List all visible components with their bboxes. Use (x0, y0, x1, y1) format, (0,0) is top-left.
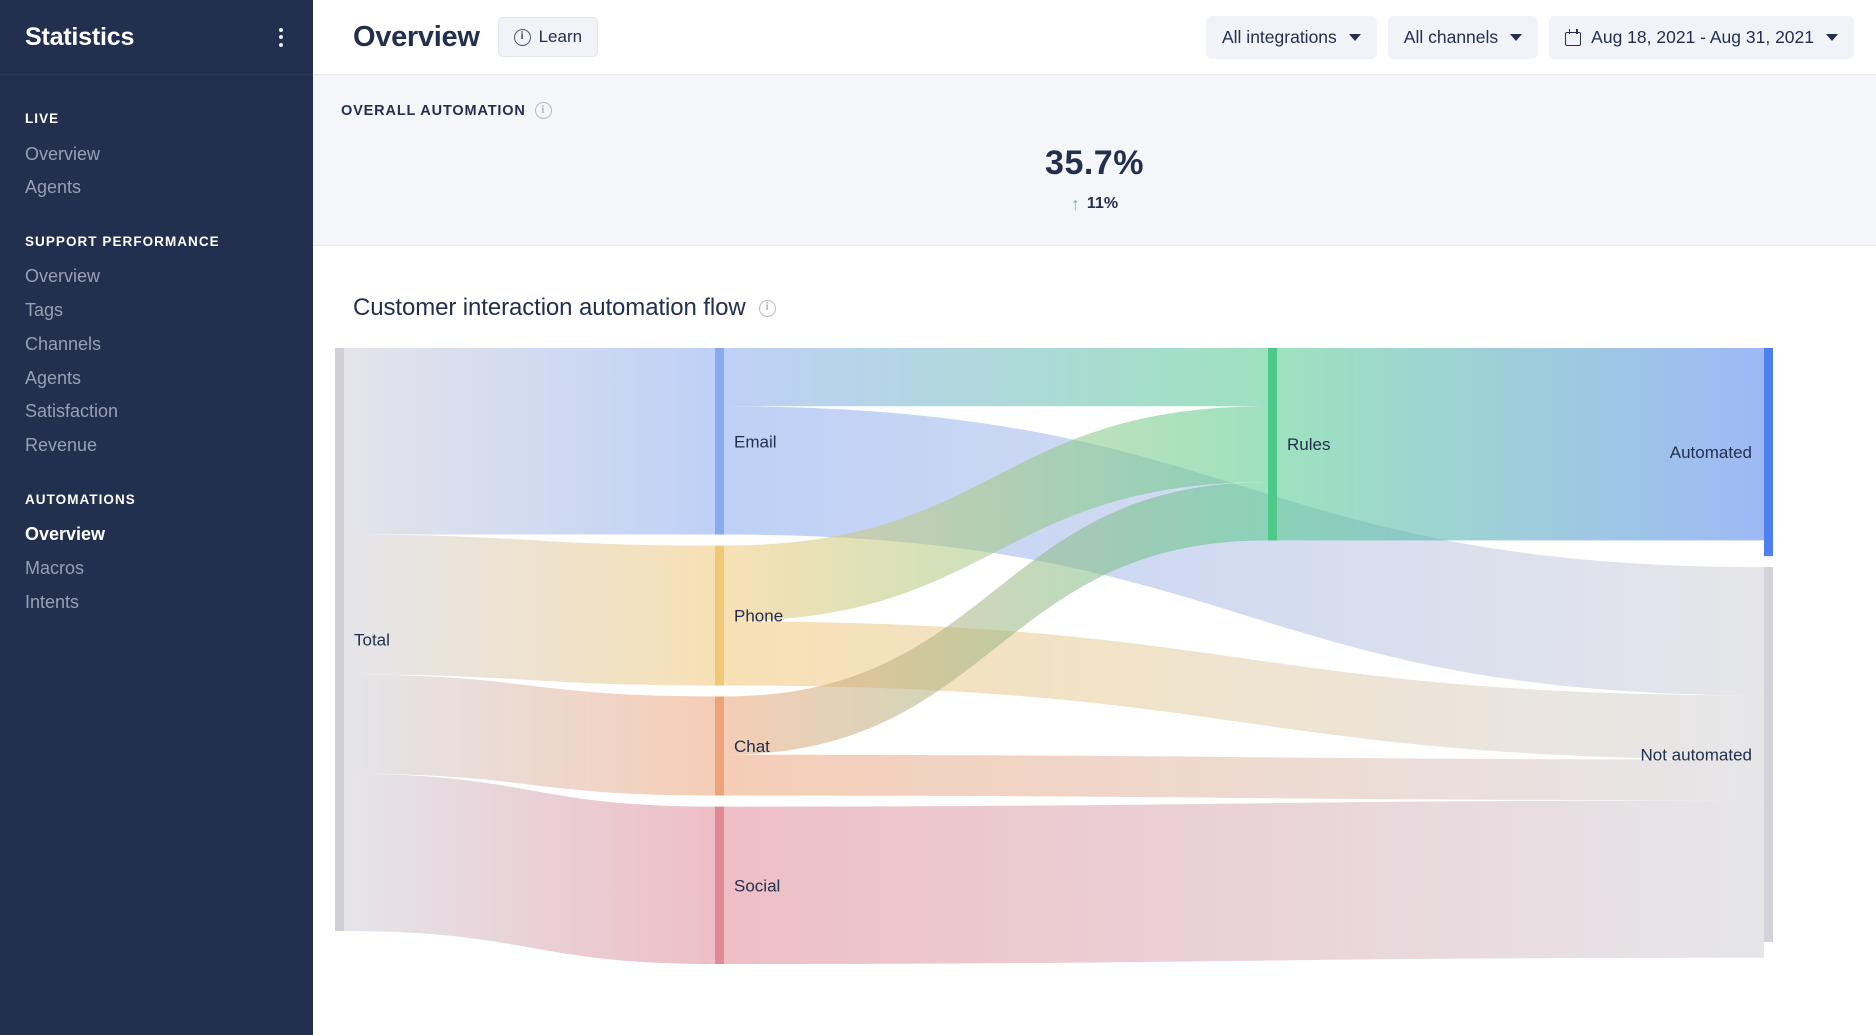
sidebar-nav: LIVE Overview Agents SUPPORT PERFORMANCE… (0, 75, 313, 619)
chart-title: Customer interaction automation flow (353, 294, 746, 321)
sidebar-item-live-overview[interactable]: Overview (0, 137, 313, 171)
sidebar-item-revenue[interactable]: Revenue (0, 429, 313, 463)
automation-flow-card: Customer interaction automation flow i T… (313, 246, 1876, 976)
chart-title-row: Customer interaction automation flow i (313, 294, 1876, 322)
sidebar: Statistics LIVE Overview Agents SUPPORT … (0, 0, 313, 1035)
kebab-dot (279, 27, 283, 32)
sidebar-item-channels[interactable]: Channels (0, 327, 313, 361)
sankey-node-notautomated[interactable] (1764, 567, 1773, 942)
arrow-up-icon: ↑ (1070, 194, 1080, 214)
sidebar-item-support-overview[interactable]: Overview (0, 260, 313, 294)
kpi-value: 35.7% (1045, 144, 1144, 182)
kebab-dot (279, 35, 283, 39)
sankey-node-label: Phone (734, 607, 783, 626)
sankey-svg: Total Email Phone Chat Social Rules Automated N… (335, 348, 1773, 964)
sankey-node-label: Chat (734, 737, 770, 756)
top-bar: Overview i Learn All integrations All ch… (313, 0, 1876, 75)
sidebar-item-live-agents[interactable]: Agents (0, 171, 313, 205)
sankey-node-automated[interactable] (1764, 348, 1773, 557)
sankey-node-social[interactable] (715, 806, 724, 964)
info-icon[interactable]: i (758, 299, 776, 317)
sankey-node-label: Email (734, 432, 777, 451)
sidebar-item-intents[interactable]: Intents (0, 585, 313, 619)
kebab-menu-icon[interactable] (275, 24, 287, 51)
nav-group-title: SUPPORT PERFORMANCE (25, 233, 220, 249)
channels-filter-dropdown[interactable]: All channels (1387, 15, 1539, 59)
nav-group-live: LIVE Overview Agents (0, 111, 313, 205)
integrations-filter-label: All integrations (1222, 26, 1337, 47)
sankey-node-email[interactable] (715, 348, 724, 535)
chevron-down-icon (1826, 33, 1838, 41)
sankey-node-label: Rules (1287, 435, 1330, 454)
overall-automation-kpi: OVERALL AUTOMATION i 35.7% ↑ 11% (313, 75, 1876, 246)
sankey-link[interactable] (344, 348, 715, 535)
sankey-node-label: Not automated (1640, 746, 1752, 765)
sidebar-item-macros[interactable]: Macros (0, 551, 313, 585)
sankey-chart: Total Email Phone Chat Social Rules Automated N… (313, 346, 1876, 976)
sankey-link[interactable] (724, 348, 1268, 407)
sankey-node-label: Automated (1670, 443, 1752, 462)
sankey-node-chat[interactable] (715, 696, 724, 796)
page-title: Overview (353, 20, 480, 53)
sankey-node-phone[interactable] (715, 545, 724, 686)
kpi-label-row: OVERALL AUTOMATION i (313, 102, 1876, 119)
sidebar-title: Statistics (25, 22, 135, 51)
nav-group-automations: AUTOMATIONS Overview Macros Intents (0, 492, 313, 619)
kpi-value-wrap: 35.7% ↑ 11% (313, 144, 1876, 215)
nav-group-support-performance: SUPPORT PERFORMANCE Overview Tags Channe… (0, 234, 313, 463)
main-content: Overview i Learn All integrations All ch… (313, 0, 1876, 1035)
kpi-delta: ↑ 11% (1071, 195, 1118, 213)
sankey-link[interactable] (344, 534, 715, 686)
sidebar-header: Statistics (0, 0, 313, 75)
nav-group-title: LIVE (25, 111, 60, 126)
sankey-link[interactable] (344, 773, 715, 964)
channels-filter-label: All channels (1403, 26, 1499, 47)
sidebar-item-support-agents[interactable]: Agents (0, 361, 313, 395)
info-icon: i (513, 28, 531, 46)
sidebar-item-automations-overview[interactable]: Overview (0, 518, 313, 552)
sankey-node-rules[interactable] (1268, 348, 1277, 541)
sankey-node-label: Social (734, 876, 780, 895)
date-range-label: Aug 18, 2021 - Aug 31, 2021 (1591, 26, 1814, 47)
learn-button-label: Learn (538, 27, 583, 46)
date-range-picker[interactable]: Aug 18, 2021 - Aug 31, 2021 (1549, 15, 1854, 59)
app-root: Statistics LIVE Overview Agents SUPPORT … (0, 0, 1876, 1035)
sankey-node-total[interactable] (335, 348, 344, 931)
sidebar-item-satisfaction[interactable]: Satisfaction (0, 395, 313, 429)
info-icon[interactable]: i (534, 102, 552, 119)
sankey-link[interactable] (724, 800, 1764, 964)
integrations-filter-dropdown[interactable]: All integrations (1206, 15, 1377, 59)
chevron-down-icon (1348, 33, 1361, 41)
sidebar-item-tags[interactable]: Tags (0, 293, 313, 327)
kpi-delta-value: 11% (1086, 195, 1119, 212)
learn-button[interactable]: i Learn (497, 17, 599, 57)
kebab-dot (279, 42, 283, 47)
calendar-icon (1565, 28, 1582, 46)
sankey-link[interactable] (724, 754, 1764, 801)
sankey-node-label: Total (354, 631, 390, 650)
chevron-down-icon (1510, 33, 1523, 41)
kpi-label: OVERALL AUTOMATION (341, 102, 526, 119)
nav-group-title: AUTOMATIONS (25, 491, 136, 507)
